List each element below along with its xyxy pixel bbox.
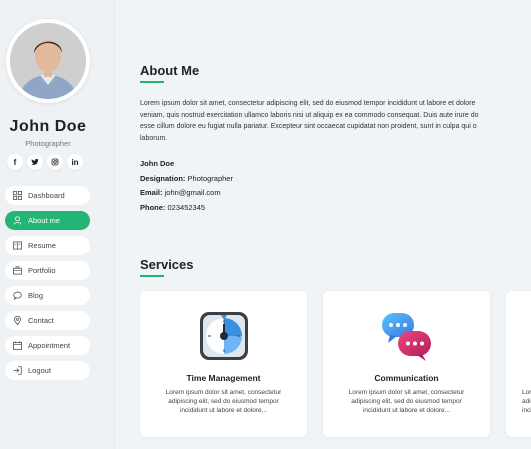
service-title: Time Management: [186, 373, 261, 383]
nav-item-portfolio[interactable]: Portfolio: [5, 261, 90, 280]
services-title: Services: [140, 257, 194, 277]
user-icon: [13, 216, 22, 225]
nav-label: Logout: [28, 366, 51, 375]
service-description: Lore adip inci: [506, 388, 531, 415]
about-line: veniam, quis nostrud exercitation ullamc…: [140, 111, 479, 119]
about-title: About Me: [140, 63, 200, 83]
main-nav: Dashboard About me Resume Portfolio Blog: [5, 186, 90, 386]
service-desc-line: Lorem ipsum dolor sit amet, consectetur: [348, 389, 465, 396]
service-card-time-management[interactable]: Time Management Lorem ipsum dolor sit am…: [140, 291, 307, 437]
clock-icon: [197, 309, 251, 363]
service-desc-line: incididunt ut labore et dolore...: [362, 407, 451, 414]
service-desc-line: adipiscing elit, sed do eiusmod tempor: [168, 398, 279, 405]
service-title: Communication: [374, 373, 439, 383]
nav-item-contact[interactable]: Contact: [5, 311, 90, 330]
about-line: laborum.: [140, 134, 168, 142]
location-icon: [13, 316, 22, 325]
twitter-icon[interactable]: [27, 154, 43, 170]
service-description: Lorem ipsum dolor sit amet, consectetur …: [140, 388, 307, 415]
nav-label: About me: [28, 216, 61, 225]
detail-email: Email: john@gmail.com: [140, 188, 221, 197]
profile-photo: [10, 23, 86, 99]
service-desc-line: Lore: [522, 389, 531, 396]
about-paragraph: Lorem ipsum dolor sit amet, consectetur …: [140, 98, 531, 144]
nav-item-dashboard[interactable]: Dashboard: [5, 186, 90, 205]
logout-icon: [13, 366, 22, 375]
detail-phone: Phone: 023452345: [140, 202, 206, 212]
detail-designation: Designation: Photographer: [140, 173, 233, 183]
resume-icon: [13, 241, 22, 250]
nav-label: Portfolio: [28, 266, 56, 275]
service-card-communication[interactable]: Communication Lorem ipsum dolor sit amet…: [323, 291, 490, 437]
briefcase-icon: [13, 266, 22, 275]
avatar: [6, 19, 90, 103]
nav-label: Appointment: [28, 341, 71, 350]
nav-label: Contact: [28, 316, 54, 325]
social-links: f in: [7, 154, 83, 170]
nav-label: Resume: [28, 241, 56, 250]
service-card-partial[interactable]: Lore adip inci: [506, 291, 531, 437]
linkedin-icon[interactable]: in: [67, 154, 83, 170]
service-desc-line: incididunt ut labore et dolore...: [179, 407, 268, 414]
about-line: esse cillum dolore eu fugiat nulla paria…: [140, 123, 477, 130]
instagram-icon[interactable]: [47, 154, 63, 170]
main-content: About Me Lorem ipsum dolor sit amet, con…: [115, 0, 531, 449]
chat-icon: [13, 291, 22, 300]
dashboard-icon: [13, 191, 22, 200]
sidebar: John Doe Photographer f in Dashboard Abo…: [0, 0, 115, 449]
detail-name: John Doe: [140, 159, 175, 168]
about-details: John Doe Designation: Photographer Email…: [140, 157, 233, 215]
about-line: Lorem ipsum dolor sit amet, consectetur …: [140, 100, 476, 107]
nav-item-blog[interactable]: Blog: [5, 286, 90, 305]
chat-bubbles-icon: [380, 309, 434, 363]
profile-name: John Doe: [9, 118, 87, 135]
calendar-icon: [13, 341, 22, 350]
nav-item-logout[interactable]: Logout: [5, 361, 90, 380]
facebook-icon[interactable]: f: [7, 154, 23, 170]
nav-item-about-me[interactable]: About me: [5, 211, 90, 230]
nav-label: Blog: [28, 291, 44, 300]
service-desc-line: adip: [522, 398, 531, 405]
profile-role: Photographer: [25, 139, 71, 148]
nav-item-appointment[interactable]: Appointment: [5, 336, 90, 355]
service-description: Lorem ipsum dolor sit amet, consectetur …: [323, 388, 490, 415]
service-desc-line: Lorem ipsum dolor sit amet, consectetur: [165, 389, 282, 396]
nav-label: Dashboard: [28, 191, 65, 200]
service-desc-line: adipiscing elit, sed do eiusmod tempor: [351, 398, 462, 405]
service-desc-line: inci: [522, 407, 531, 414]
nav-item-resume[interactable]: Resume: [5, 236, 90, 255]
